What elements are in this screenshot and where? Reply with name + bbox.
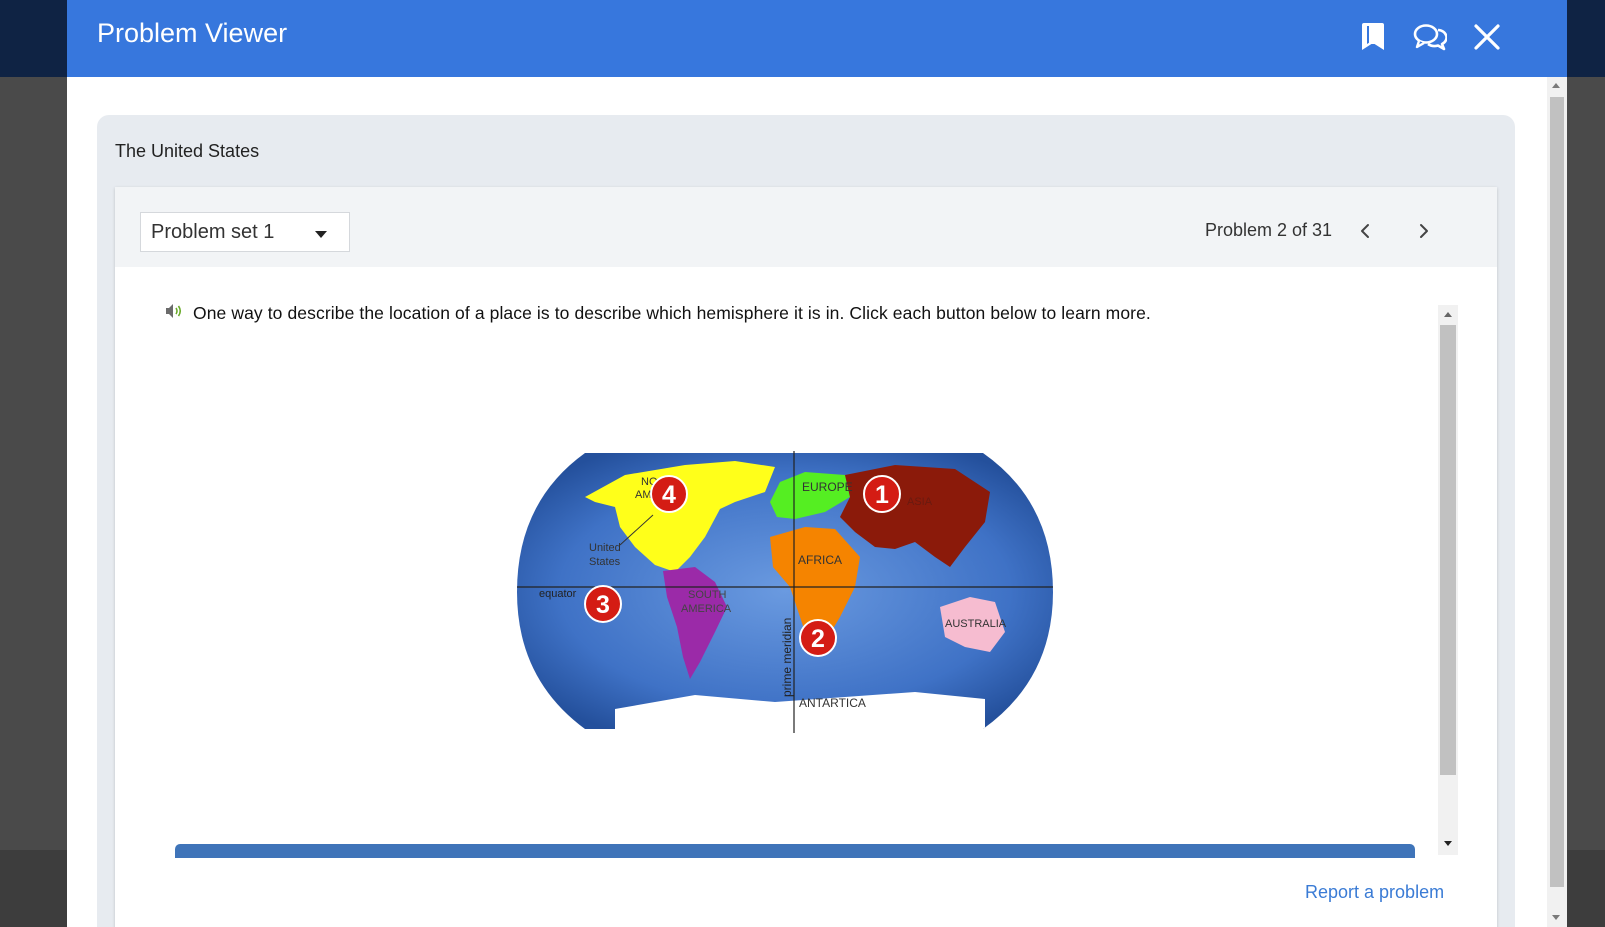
hemisphere-button-3-label: 3	[596, 591, 610, 619]
label-south-america-1: SOUTH	[688, 589, 727, 601]
assignment-title: The United States	[115, 141, 260, 161]
scroll-down-arrow-icon[interactable]	[1444, 841, 1452, 846]
close-icon[interactable]	[1470, 20, 1504, 54]
chevron-right-icon	[1420, 224, 1428, 238]
label-united-states-2: States	[589, 556, 621, 568]
scrollbar-thumb[interactable]	[1550, 97, 1564, 887]
question-text: One way to describe the location of a pl…	[193, 303, 1151, 323]
chevron-left-icon	[1361, 224, 1369, 238]
label-north-america-2: AM	[635, 489, 652, 501]
chevron-down-icon	[315, 231, 327, 238]
problem-set-label: Problem set 1	[151, 220, 275, 243]
label-australia: AUSTRALIA	[945, 618, 1007, 630]
modal-scrollbar[interactable]	[1547, 77, 1567, 927]
content-scrollbar[interactable]	[1438, 305, 1458, 855]
modal-title: Problem Viewer	[97, 18, 288, 48]
bookmark-icon[interactable]	[1357, 20, 1391, 54]
problem-viewer-modal: Problem Viewer The United States Problem…	[67, 0, 1567, 927]
hemisphere-button-2[interactable]: 2	[799, 619, 837, 657]
label-antarctica: ANTARTICA	[799, 696, 866, 710]
hemisphere-button-4-label: 4	[662, 481, 676, 509]
problem-toolbar: Problem set 1 Problem 2 of 31	[115, 187, 1497, 267]
answer-area-bar	[175, 844, 1415, 858]
hemisphere-button-2-label: 2	[811, 625, 825, 653]
previous-problem-button[interactable]	[1351, 217, 1379, 245]
problem-panel: Problem set 1 Problem 2 of 31 One way to…	[115, 187, 1497, 927]
report-problem-link[interactable]: Report a problem	[1305, 882, 1444, 903]
hemisphere-button-3[interactable]: 3	[584, 585, 622, 623]
label-equator: equator	[539, 588, 577, 600]
content-scrollbar-thumb[interactable]	[1440, 325, 1456, 775]
next-problem-button[interactable]	[1410, 217, 1438, 245]
comments-icon[interactable]	[1413, 20, 1447, 54]
hemisphere-button-4[interactable]: 4	[650, 475, 688, 513]
label-asia: ASIA	[907, 496, 933, 508]
label-africa: AFRICA	[798, 553, 842, 567]
scroll-up-arrow-icon[interactable]	[1552, 83, 1560, 88]
label-united-states-1: United	[589, 542, 621, 554]
scroll-down-arrow-icon[interactable]	[1552, 915, 1560, 920]
hemisphere-button-1-label: 1	[875, 481, 889, 509]
label-prime-meridian: prime meridian	[780, 618, 794, 697]
hemisphere-button-1[interactable]: 1	[863, 475, 901, 513]
problem-set-dropdown[interactable]: Problem set 1	[140, 212, 350, 252]
assignment-card: The United States Problem set 1 Problem …	[97, 115, 1515, 927]
problem-content: One way to describe the location of a pl…	[115, 267, 1497, 927]
world-map: NO AM United States EUROPE ASIA AFRICA S…	[515, 447, 1055, 737]
modal-header: Problem Viewer	[67, 0, 1567, 77]
question-text-row: One way to describe the location of a pl…	[165, 303, 1151, 324]
label-europe: EUROPE	[802, 480, 853, 494]
label-south-america-2: AMERICA	[681, 603, 732, 615]
scroll-up-arrow-icon[interactable]	[1444, 312, 1452, 317]
problem-counter: Problem 2 of 31	[1205, 220, 1333, 240]
speaker-icon[interactable]	[165, 303, 185, 324]
